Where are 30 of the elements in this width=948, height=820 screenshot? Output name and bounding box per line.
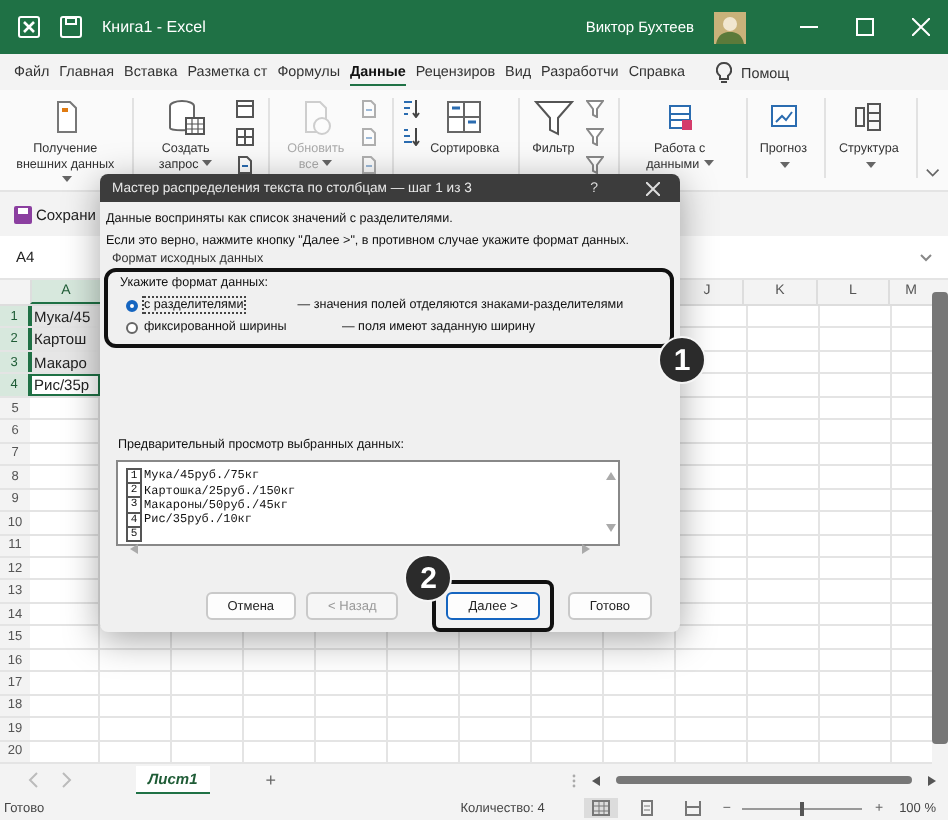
window-title: Книга1 - Excel: [102, 18, 206, 36]
radio-button[interactable]: [126, 299, 138, 311]
collapse-ribbon-icon[interactable]: [926, 168, 941, 178]
scroll-up-icon[interactable]: [605, 472, 615, 480]
horizontal-scrollbar[interactable]: [616, 775, 912, 785]
normal-view-button[interactable]: [584, 798, 619, 818]
spreadsheet-app-icon: [18, 16, 40, 38]
document-icon[interactable]: [235, 156, 254, 174]
radio-button[interactable]: [126, 321, 138, 333]
scroll-left-icon[interactable]: [592, 775, 600, 785]
lightbulb-icon: [715, 61, 732, 83]
callout-badge: 2: [404, 554, 453, 602]
avatar-icon[interactable]: [714, 11, 746, 43]
scroll-left-icon[interactable]: [130, 543, 138, 554]
grid-icon[interactable]: [235, 128, 254, 146]
scroll-right-icon[interactable]: [928, 775, 936, 785]
expand-icon[interactable]: [920, 253, 932, 261]
callout-badge: 1: [658, 336, 706, 384]
sort-icon[interactable]: [402, 100, 421, 118]
add-sheet-button[interactable]: +: [265, 770, 277, 790]
close-icon[interactable]: [646, 181, 660, 195]
scroll-right-icon[interactable]: [582, 543, 590, 554]
save-icon[interactable]: [60, 16, 82, 38]
filter-icon[interactable]: [585, 128, 604, 146]
vertical-scrollbar[interactable]: [932, 280, 948, 764]
maximize-icon[interactable]: [856, 18, 874, 36]
sort-icon[interactable]: [402, 128, 421, 146]
save-icon[interactable]: [14, 205, 32, 223]
table-icon[interactable]: [235, 100, 254, 118]
filter-icon[interactable]: [585, 100, 604, 118]
